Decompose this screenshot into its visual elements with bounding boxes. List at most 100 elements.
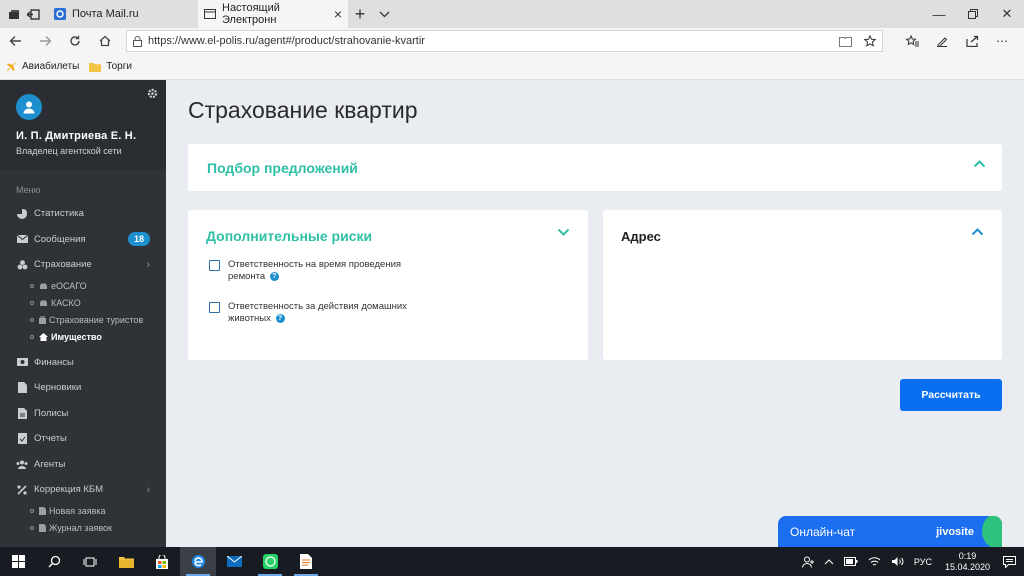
favorite-aviabilety[interactable]: Авиабилеты <box>6 61 79 72</box>
sidebar-subitem-property[interactable]: Имущество <box>0 329 166 346</box>
sidebar-subitem-label: еОСАГО <box>51 281 87 291</box>
plane-icon <box>6 61 17 72</box>
share-icon[interactable] <box>957 34 987 48</box>
windows-start-icon[interactable] <box>0 547 36 576</box>
chevron-up-icon[interactable] <box>971 228 984 236</box>
browser-tab-bar: Почта Mail.ru Настоящий Электронн × + — … <box>0 0 1024 28</box>
draft-icon <box>16 382 28 394</box>
gear-icon[interactable] <box>147 88 158 99</box>
web-note-pen-icon[interactable] <box>927 34 957 48</box>
avatar[interactable] <box>16 94 42 120</box>
help-question-icon[interactable]: ? <box>275 313 285 323</box>
sidebar-item-insurance[interactable]: Страхование › <box>0 252 166 278</box>
people-icon[interactable] <box>801 556 814 568</box>
risk-option-pets: Ответственность за действия домашних жив… <box>209 301 429 325</box>
input-language[interactable]: РУС <box>914 557 932 567</box>
restore-icon[interactable] <box>956 0 990 28</box>
whatsapp-icon[interactable] <box>252 547 288 576</box>
sidebar-subitem-eosago[interactable]: еОСАГО <box>0 278 166 295</box>
url-field[interactable]: https://www.el-polis.ru/agent#/product/s… <box>126 30 883 52</box>
favorite-label: Торги <box>106 61 132 72</box>
folder-icon <box>89 62 102 72</box>
file-explorer-icon[interactable] <box>108 547 144 576</box>
calculate-button[interactable]: Рассчитать <box>900 379 1002 411</box>
new-tab-button[interactable]: + <box>348 0 372 28</box>
browser-tools: ⋯ <box>897 34 1017 48</box>
tab-preview-icon[interactable] <box>8 9 20 20</box>
help-question-icon[interactable]: ? <box>269 271 279 281</box>
offers-panel-title[interactable]: Подбор предложений <box>207 160 358 176</box>
search-icon[interactable] <box>36 547 72 576</box>
task-view-icon[interactable] <box>72 547 108 576</box>
address-bar: https://www.el-polis.ru/agent#/product/s… <box>0 28 1024 54</box>
sidebar-item-statistics[interactable]: Статистика <box>0 201 166 227</box>
offers-panel: Подбор предложений <box>188 144 1002 191</box>
favorite-torgi[interactable]: Торги <box>89 61 132 72</box>
tab-mail[interactable]: Почта Mail.ru <box>48 0 198 28</box>
notifications-icon[interactable] <box>1003 555 1016 568</box>
show-hidden-icons-chevron-up-icon[interactable] <box>824 558 834 565</box>
bullet-icon <box>30 284 34 288</box>
car-icon <box>39 300 48 307</box>
refresh-icon[interactable] <box>60 35 90 47</box>
back-arrow-icon[interactable] <box>0 35 30 47</box>
sidebar-subitem-label: Журнал заявок <box>49 523 112 533</box>
user-role: Владелец агентской сети <box>16 146 122 156</box>
address-panel-title[interactable]: Адрес <box>621 229 661 244</box>
list-icon <box>39 524 46 532</box>
close-tab-icon[interactable]: × <box>334 6 342 22</box>
more-menu-icon[interactable]: ⋯ <box>987 34 1017 48</box>
sidebar-item-label: Финансы <box>34 356 74 368</box>
sidebar-item-finance[interactable]: Финансы <box>0 350 166 376</box>
favorites-hub-icon[interactable] <box>897 34 927 48</box>
risks-panel-title[interactable]: Дополнительные риски <box>206 228 372 244</box>
minimize-icon[interactable]: — <box>922 0 956 28</box>
sidebar-item-messages[interactable]: Сообщения 18 <box>0 227 166 253</box>
volume-icon[interactable] <box>891 556 904 567</box>
sidebar-item-kbm[interactable]: Коррекция КБМ › <box>0 477 166 503</box>
bullet-icon <box>30 509 34 513</box>
tab-list-chevron-down-icon[interactable] <box>372 0 396 28</box>
pets-checkbox[interactable] <box>209 302 220 313</box>
bullet-icon <box>30 301 34 305</box>
pie-chart-icon <box>16 208 28 219</box>
sidebar-subitem-kasko[interactable]: КАСКО <box>0 295 166 312</box>
tab-title: Почта Mail.ru <box>72 8 139 20</box>
sidebar-item-drafts[interactable]: Черновики <box>0 375 166 401</box>
sidebar-subitem-new-request[interactable]: Новая заявка <box>0 503 166 520</box>
sidebar-item-policies[interactable]: Полисы <box>0 401 166 427</box>
lock-icon <box>133 35 142 47</box>
chevron-up-icon[interactable] <box>973 160 986 168</box>
set-aside-tabs-icon[interactable] <box>27 8 40 20</box>
favorite-label: Авиабилеты <box>22 61 80 72</box>
store-icon[interactable] <box>144 547 180 576</box>
forward-arrow-icon[interactable] <box>30 35 60 47</box>
file-icon <box>39 507 46 515</box>
bullet-icon <box>30 318 34 322</box>
suitcase-icon <box>39 316 46 324</box>
sidebar-subitem-request-log[interactable]: Журнал заявок <box>0 520 166 537</box>
wifi-icon[interactable] <box>868 556 881 567</box>
mail-app-icon[interactable] <box>216 547 252 576</box>
favorite-star-icon[interactable] <box>864 35 876 47</box>
clock[interactable]: 0:19 15.04.2020 <box>945 551 990 573</box>
address-panel: Адрес <box>603 210 1002 360</box>
edge-browser-icon[interactable] <box>180 547 216 576</box>
system-tray: РУС 0:19 15.04.2020 <box>797 551 1024 573</box>
online-chat-widget[interactable]: Онлайн-чат jivosite <box>778 516 1002 547</box>
document-app-icon[interactable] <box>288 547 324 576</box>
power-icon[interactable] <box>843 557 858 566</box>
tab-el-polis[interactable]: Настоящий Электронн × <box>198 0 348 28</box>
sidebar-item-label: Полисы <box>34 407 69 419</box>
home-icon <box>39 333 48 341</box>
sidebar-item-reports[interactable]: Отчеты <box>0 426 166 452</box>
sidebar-subitem-tourists[interactable]: Страхование туристов <box>0 312 166 329</box>
sidebar-item-agents[interactable]: Агенты <box>0 452 166 478</box>
sidebar-item-label: Коррекция КБМ <box>34 484 104 496</box>
close-window-icon[interactable]: ✕ <box>990 0 1024 28</box>
document-icon <box>16 407 28 419</box>
reading-view-icon[interactable] <box>839 36 852 47</box>
renovation-checkbox[interactable] <box>209 260 220 271</box>
chevron-down-icon[interactable] <box>557 228 570 236</box>
home-icon[interactable] <box>90 35 120 47</box>
